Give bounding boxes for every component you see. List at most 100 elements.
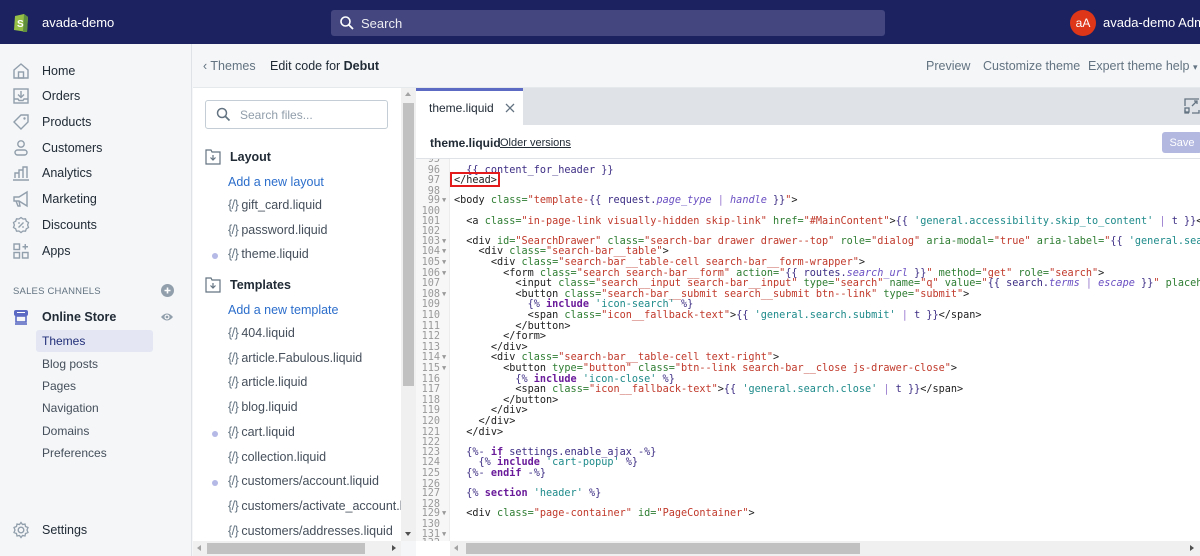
tab-theme-liquid[interactable]: theme.liquid <box>416 88 523 125</box>
sidebar-item-apps[interactable]: Apps <box>0 239 192 263</box>
view-store-eye-icon[interactable] <box>160 310 174 324</box>
sidebar-item-home[interactable]: Home <box>0 59 192 83</box>
add-new-template-link[interactable]: Add a new template <box>228 303 339 317</box>
folder-download-icon[interactable] <box>205 149 221 165</box>
preview-link[interactable]: Preview <box>926 59 970 73</box>
fold-arrow-icon[interactable]: ▼ <box>442 289 446 300</box>
code-line[interactable]: 104 ▼ <div class="search-bar__table"> <box>416 246 1200 257</box>
code-line[interactable]: 125 {%- endif -%} <box>416 468 1200 479</box>
code-line[interactable]: 101 <a class="in-page-link visually-hidd… <box>416 216 1200 227</box>
code-line[interactable]: 120 </div> <box>416 416 1200 427</box>
code-line[interactable]: 118 </button> <box>416 395 1200 406</box>
code-line[interactable]: 114 ▼ <div class="search-bar__table-cell … <box>416 352 1200 363</box>
file-list-item[interactable]: {/} customers/addresses.liquid <box>228 524 393 538</box>
sidebar-subitem-navigation[interactable]: Navigation <box>36 397 153 419</box>
code-line[interactable]: 110 <span class="icon__fallback-text">{{… <box>416 310 1200 321</box>
save-button[interactable]: Save <box>1162 132 1200 153</box>
code-line[interactable]: 107 <input class="search__input search-b… <box>416 278 1200 289</box>
store-name[interactable]: avada-demo <box>42 15 114 30</box>
code-line[interactable]: 129 ▼ <div class="page-container" id="Pag… <box>416 508 1200 519</box>
sidebar-item-orders[interactable]: Orders <box>0 84 192 108</box>
scroll-up-arrow-icon[interactable] <box>405 92 411 96</box>
sidebar-subitem-blog-posts[interactable]: Blog posts <box>36 353 153 375</box>
code-line[interactable]: 99 ▼ <body class="template-{{ request.page… <box>416 195 1200 206</box>
file-list-item[interactable]: {/} collection.liquid <box>228 450 326 464</box>
fold-arrow-icon[interactable]: ▼ <box>442 363 446 374</box>
folder-download-icon[interactable] <box>205 277 221 293</box>
file-list-item[interactable]: {/} article.Fabulous.liquid <box>228 351 362 365</box>
file-list-horizontal-scrollbar[interactable] <box>193 541 401 556</box>
code-horizontal-scrollbar[interactable] <box>450 541 1200 556</box>
code-line[interactable]: 106 ▼ <form class="search search-bar__for… <box>416 268 1200 279</box>
code-line[interactable]: 124 {% include 'cart-popup' %} <box>416 457 1200 468</box>
sidebar-subitem-domains[interactable]: Domains <box>36 420 153 442</box>
sidebar-item-settings[interactable]: Settings <box>0 518 192 542</box>
code-line[interactable]: 96 {{ content_for_header }} <box>416 165 1200 176</box>
file-list-item[interactable]: {/} theme.liquid <box>228 247 309 261</box>
file-list-item[interactable]: {/}customers/activate_account.liquid <box>228 499 401 513</box>
search-files-field[interactable] <box>205 100 388 129</box>
scroll-left-arrow-icon[interactable] <box>454 545 458 551</box>
sidebar-item-products[interactable]: Products <box>0 110 192 134</box>
code-line[interactable]: 119 </div> <box>416 405 1200 416</box>
scroll-left-arrow-icon[interactable] <box>197 545 201 551</box>
add-sales-channel-icon[interactable] <box>161 284 174 297</box>
sidebar-subitem-themes[interactable]: Themes <box>36 330 153 352</box>
file-list-item[interactable]: {/} customers/account.liquid <box>228 474 379 488</box>
fold-arrow-icon[interactable]: ▼ <box>442 246 446 257</box>
code-line[interactable]: 127 {% section 'header' %} <box>416 488 1200 499</box>
code-line[interactable]: 105 ▼ <div class="search-bar__table-cell … <box>416 257 1200 268</box>
code-line[interactable]: 103 ▼ <div id="SearchDrawer" class="searc… <box>416 236 1200 247</box>
older-versions-link[interactable]: Older versions <box>500 137 571 149</box>
fold-arrow-icon[interactable]: ▼ <box>442 352 446 363</box>
file-list-vertical-scrollbar[interactable] <box>401 88 416 541</box>
sidebar-subitem-pages[interactable]: Pages <box>36 375 153 397</box>
file-list-item[interactable]: {/} cart.liquid <box>228 425 295 439</box>
sidebar-subitem-preferences[interactable]: Preferences <box>36 442 153 464</box>
code-line[interactable]: 115 ▼ <button type="button" class="btn--l… <box>416 363 1200 374</box>
close-icon[interactable] <box>505 103 515 113</box>
file-list-item[interactable]: {/} article.liquid <box>228 375 307 389</box>
back-to-themes-link[interactable]: ‹ Themes <box>203 59 256 73</box>
scroll-right-arrow-icon[interactable] <box>1190 545 1194 551</box>
code-area[interactable]: 95 96 {{ content_for_header }} 97 </head> 98… <box>416 159 1200 541</box>
global-search-bar[interactable]: Search <box>331 10 885 36</box>
file-list-item[interactable]: {/} 404.liquid <box>228 326 295 340</box>
scroll-down-arrow-icon[interactable] <box>405 532 411 536</box>
code-line[interactable]: 121 </div> <box>416 427 1200 438</box>
fullscreen-icon[interactable] <box>1184 98 1200 114</box>
sidebar-item-marketing[interactable]: Marketing <box>0 187 192 211</box>
code-line[interactable]: 112 </form> <box>416 331 1200 342</box>
fold-arrow-icon[interactable]: ▼ <box>442 268 446 279</box>
fold-arrow-icon[interactable]: ▼ <box>442 508 446 519</box>
search-files-input[interactable] <box>240 107 380 122</box>
sidebar-item-discounts[interactable]: Discounts <box>0 213 192 237</box>
code-line[interactable]: 111 </button> <box>416 321 1200 332</box>
shopify-logo-icon[interactable]: S <box>12 11 30 33</box>
code-line[interactable]: 113 </div> <box>416 342 1200 353</box>
file-list-item[interactable]: {/} password.liquid <box>228 223 328 237</box>
fold-arrow-icon[interactable]: ▼ <box>442 195 446 206</box>
expert-theme-help-dropdown[interactable]: Expert theme help ▾ <box>1088 59 1197 73</box>
scroll-right-arrow-icon[interactable] <box>392 545 396 551</box>
file-list-item[interactable]: {/} blog.liquid <box>228 400 298 414</box>
scrollbar-thumb[interactable] <box>403 103 414 386</box>
fold-arrow-icon[interactable]: ▼ <box>442 236 446 247</box>
fold-arrow-icon[interactable]: ▼ <box>442 257 446 268</box>
templates-folder-title[interactable]: Templates <box>230 278 291 292</box>
code-line[interactable]: 97 </head> <box>416 175 1200 186</box>
code-token: name= <box>883 278 921 290</box>
add-new-layout-link[interactable]: Add a new layout <box>228 175 324 189</box>
sidebar-item-customers[interactable]: Customers <box>0 136 192 160</box>
sidebar-item-analytics[interactable]: Analytics <box>0 161 192 185</box>
layout-folder-title[interactable]: Layout <box>230 150 271 164</box>
customize-theme-link[interactable]: Customize theme <box>983 59 1080 73</box>
code-line[interactable]: 109 {% include 'icon-search' %} <box>416 299 1200 310</box>
admin-name[interactable]: avada-demo Admin <box>1103 15 1200 30</box>
code-line[interactable]: 117 <span class="icon__fallback-text">{{… <box>416 384 1200 395</box>
code-line[interactable]: 116 {% include 'icon-close' %} <box>416 374 1200 385</box>
avatar[interactable]: aA <box>1070 10 1096 36</box>
scrollbar-thumb[interactable] <box>466 543 860 554</box>
file-list-item[interactable]: {/} gift_card.liquid <box>228 198 322 212</box>
scrollbar-thumb[interactable] <box>207 543 365 554</box>
